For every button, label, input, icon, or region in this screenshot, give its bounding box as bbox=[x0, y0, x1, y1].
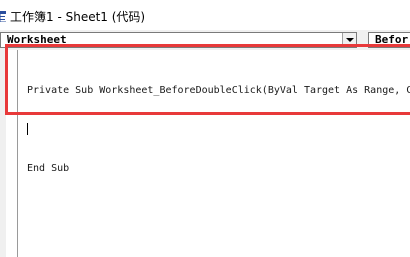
code-line-2[interactable] bbox=[27, 123, 410, 136]
combo-bar: Worksheet Befor bbox=[0, 30, 410, 50]
title-bar[interactable]: 工作簿1 - Sheet1 (代码) bbox=[0, 0, 410, 30]
object-dropdown[interactable]: Worksheet bbox=[0, 32, 357, 48]
gutter-divider bbox=[17, 50, 18, 257]
code-line-3[interactable]: End Sub bbox=[27, 162, 410, 175]
code-line-1[interactable]: Private Sub Worksheet_BeforeDoubleClick(… bbox=[27, 84, 410, 97]
vba-module-icon bbox=[0, 11, 6, 22]
text-caret bbox=[27, 123, 28, 135]
object-dropdown-value: Worksheet bbox=[7, 33, 67, 46]
code-editor[interactable]: Private Sub Worksheet_BeforeDoubleClick(… bbox=[0, 50, 410, 257]
object-dropdown-button[interactable] bbox=[342, 33, 356, 47]
procedure-dropdown[interactable]: Befor bbox=[368, 32, 410, 48]
chevron-down-icon bbox=[346, 38, 354, 42]
procedure-dropdown-value: Befor bbox=[375, 33, 409, 46]
margin-indicator-bar[interactable] bbox=[0, 50, 6, 257]
code-text[interactable]: Private Sub Worksheet_BeforeDoubleClick(… bbox=[27, 58, 410, 201]
window-title: 工作簿1 - Sheet1 (代码) bbox=[10, 10, 146, 24]
vba-code-window: 工作簿1 - Sheet1 (代码) Worksheet Befor Priva… bbox=[0, 0, 410, 257]
